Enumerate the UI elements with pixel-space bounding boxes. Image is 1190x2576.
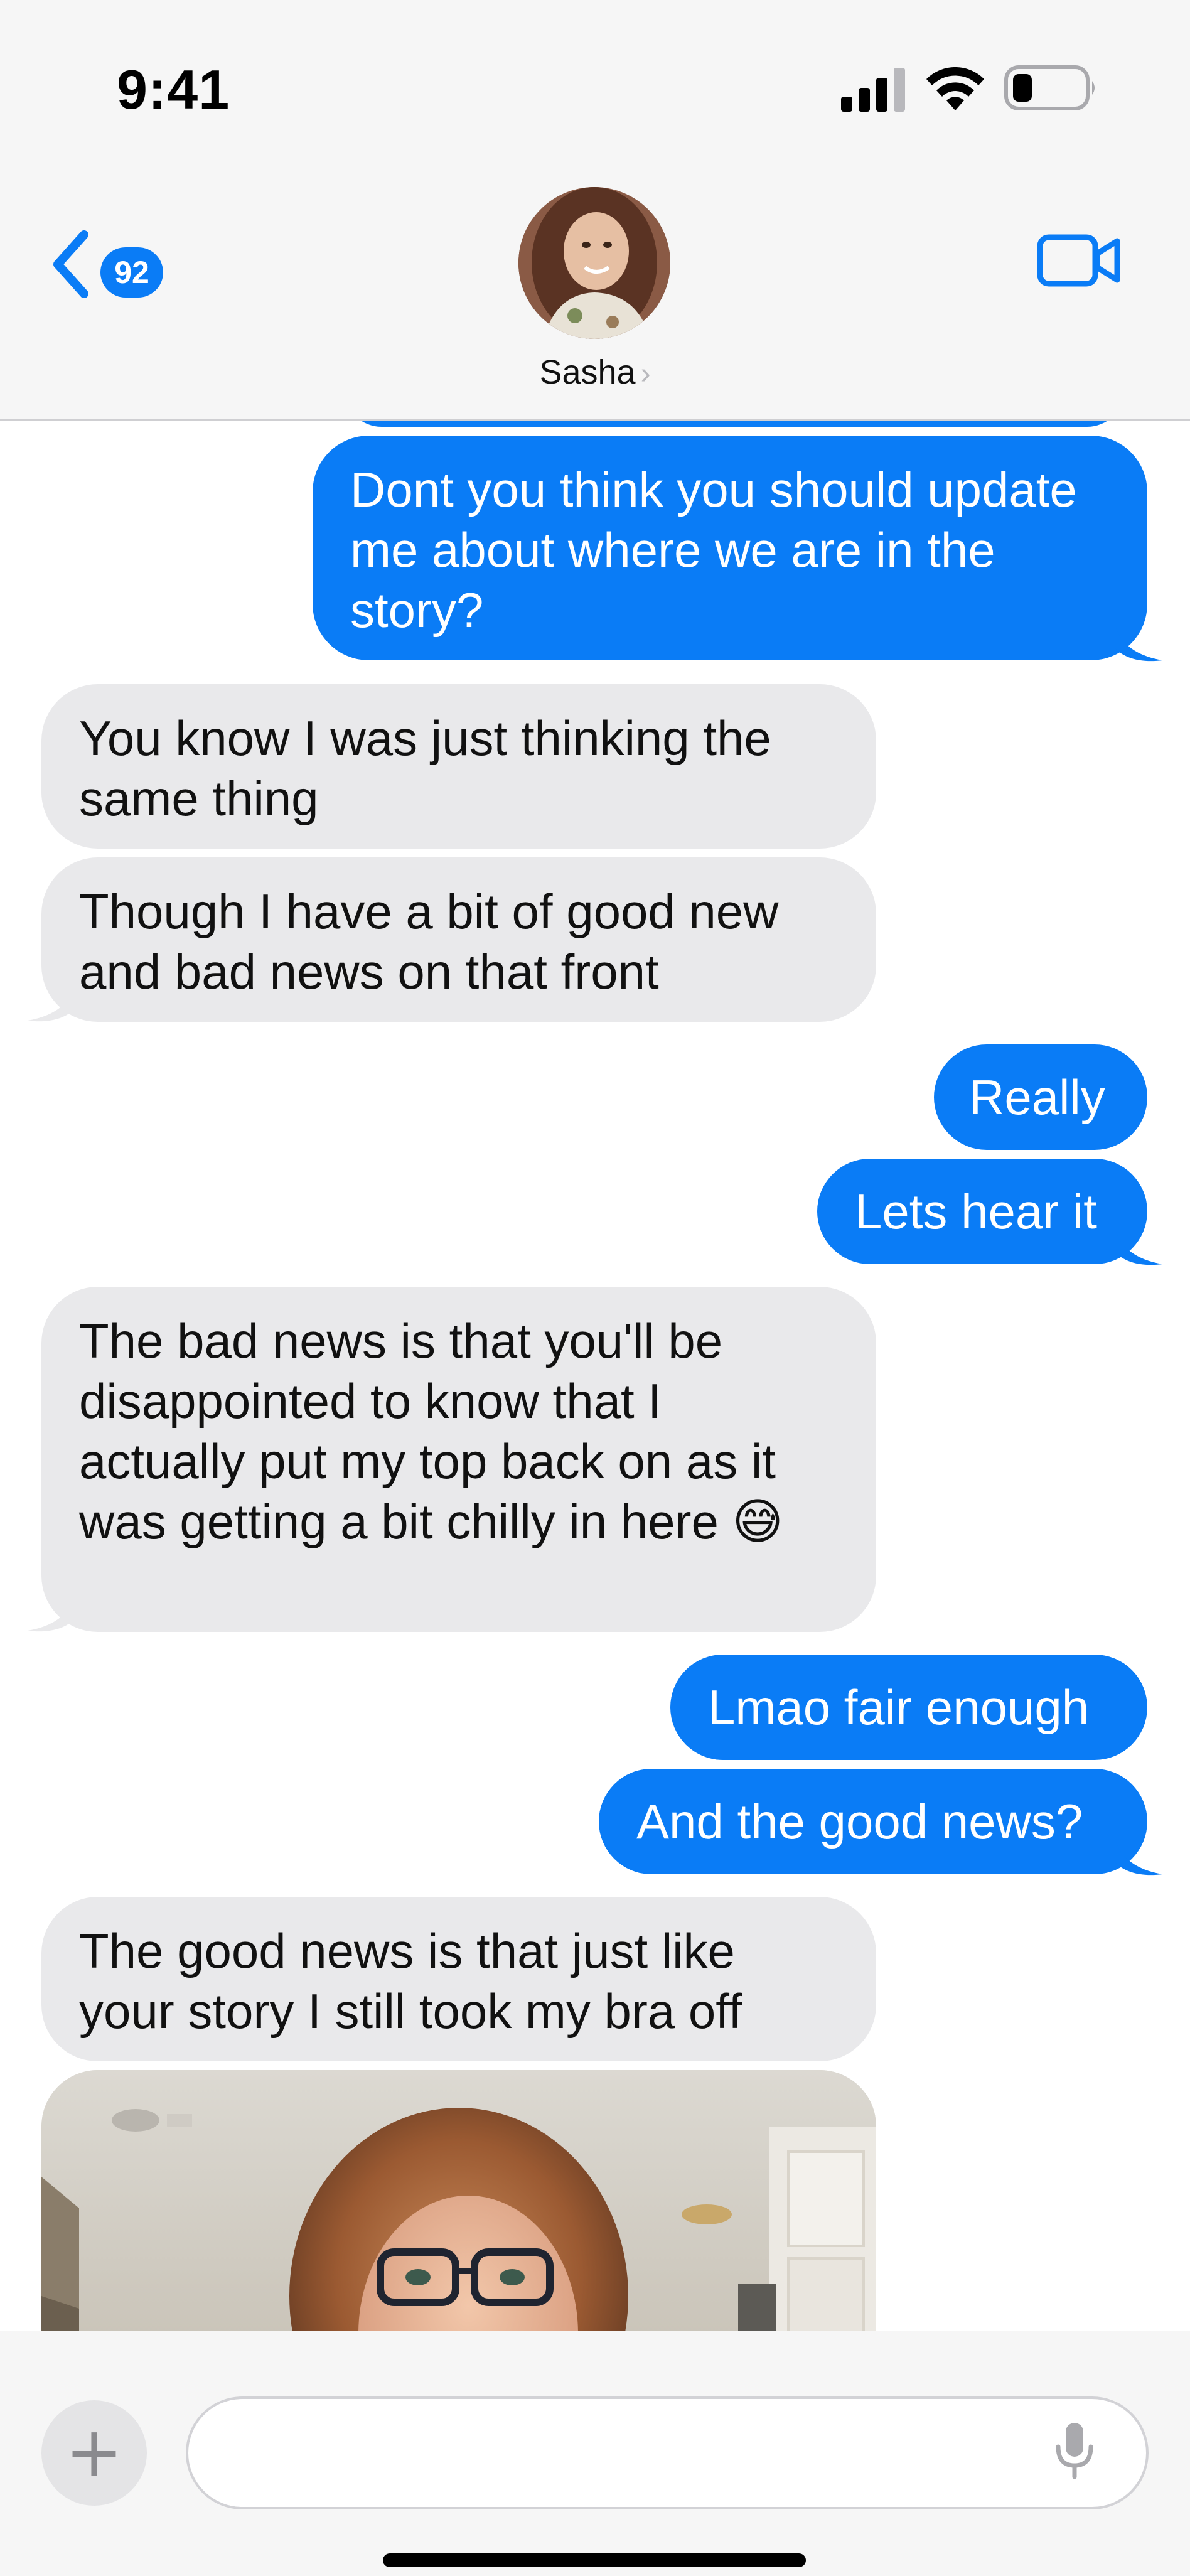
battery-low-icon: [1004, 65, 1095, 110]
message-bubble-incoming[interactable]: The bad news is that you'll be disappoin…: [41, 1287, 876, 1632]
conversation-header: 9:41 92 Sasha ›: [0, 0, 1190, 421]
plus-icon: +: [65, 2412, 124, 2492]
message-input[interactable]: [186, 2396, 1149, 2509]
chevron-right-icon: ›: [640, 357, 651, 390]
bubble-tail-incoming: [28, 1593, 75, 1632]
chevron-left-icon: [53, 230, 88, 298]
message-text: You know I was just thinking the same th…: [79, 711, 771, 826]
bubble-tail-outgoing: [1115, 1226, 1162, 1265]
message-bubble-incoming[interactable]: The good news is that just like your sto…: [41, 1897, 876, 2061]
message-text: The good news is that just like your sto…: [79, 1923, 742, 2039]
message-bubble-incoming[interactable]: Though I have a bit of good new and bad …: [41, 857, 876, 1022]
contact-name: Sasha: [539, 353, 636, 391]
message-composer: +: [0, 2331, 1190, 2576]
message-text: Really: [969, 1070, 1105, 1125]
message-text: And the good news?: [636, 1794, 1083, 1849]
imessage-screen: Dont you think you should update me abou…: [0, 0, 1190, 2576]
bubble-tail-incoming: [28, 983, 75, 1022]
message-bubble-outgoing[interactable]: And the good news?: [599, 1769, 1147, 1874]
contact-name-button[interactable]: Sasha ›: [0, 353, 1190, 392]
video-camera-icon[interactable]: [1037, 232, 1122, 289]
message-bubble-outgoing[interactable]: Lmao fair enough: [670, 1655, 1147, 1760]
home-indicator[interactable]: [383, 2553, 806, 2567]
bubble-tail-outgoing: [1115, 1837, 1162, 1876]
status-time: 9:41: [117, 58, 230, 121]
message-bubble-outgoing[interactable]: Dont you think you should update me abou…: [313, 436, 1147, 660]
message-bubble-incoming[interactable]: You know I was just thinking the same th…: [41, 684, 876, 849]
signal-bars-icon: [841, 68, 905, 112]
back-button[interactable]: 92: [49, 226, 174, 301]
message-bubble-outgoing[interactable]: Lets hear it: [817, 1159, 1147, 1264]
unread-count-badge: 92: [100, 247, 163, 298]
message-text: Dont you think you should update me abou…: [350, 462, 1077, 638]
photo-content: [41, 2070, 876, 2331]
message-photo[interactable]: [41, 2070, 876, 2331]
bubble-tail-outgoing: [1115, 623, 1162, 662]
message-bubble-outgoing[interactable]: Really: [934, 1044, 1147, 1150]
microphone-icon[interactable]: [1054, 2420, 1095, 2481]
message-text: Though I have a bit of good new and bad …: [79, 884, 779, 999]
plus-button[interactable]: +: [41, 2400, 147, 2506]
message-text: Lets hear it: [855, 1184, 1097, 1239]
wifi-icon: [926, 67, 984, 110]
avatar[interactable]: [518, 187, 670, 339]
message-text: Lmao fair enough: [708, 1680, 1090, 1735]
message-text: The bad news is that you'll be disappoin…: [79, 1313, 783, 1549]
avatar-photo: [518, 187, 670, 339]
